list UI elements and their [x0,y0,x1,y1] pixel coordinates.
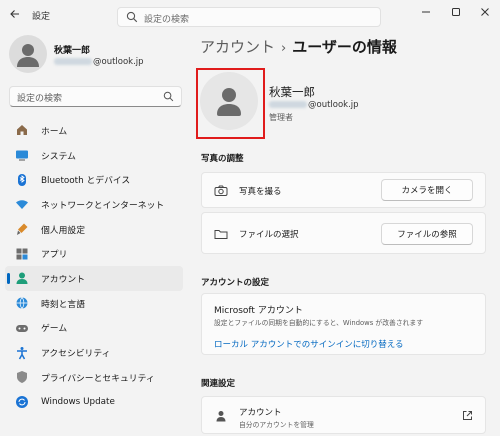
camera-icon [214,184,228,198]
system-icon [15,148,29,162]
related-settings-title: 関連設定 [201,379,236,389]
blurred-email-prefix [54,58,92,65]
sidebar-item-bluetooth[interactable]: Bluetooth とデバイス [5,167,183,192]
home-icon [15,123,29,137]
browse-files-button[interactable]: ファイルの参照 [381,223,473,245]
open-camera-button[interactable]: カメラを開く [381,179,473,201]
close-icon[interactable] [471,2,499,22]
sidebar-item-home[interactable]: ホーム [5,118,183,143]
profile-name: 秋葉一郎 [54,46,91,56]
breadcrumb-separator: › [281,41,287,56]
choose-file-label: ファイルの選択 [239,230,299,240]
folder-icon [214,227,228,241]
sidebar-item-account[interactable]: アカウント [5,266,183,291]
brush-icon [15,222,29,236]
highlight-annotation [196,68,265,139]
app-title: 設定 [32,12,51,22]
sidebar-item-system[interactable]: システム [5,143,183,168]
sidebar-item-time-language[interactable]: 時刻と言語 [5,291,183,316]
globe-icon [15,296,29,310]
related-account-desc: 自分のアカウントを管理 [239,421,314,429]
avatar [9,35,47,73]
breadcrumb-parent[interactable]: アカウント [200,38,275,56]
take-photo-row: 写真を撮る カメラを開く [201,172,486,208]
back-arrow-icon[interactable] [6,5,24,23]
photo-section-title: 写真の調整 [201,154,244,164]
microsoft-account-title: Microsoft アカウント [214,306,303,316]
account-settings-title: アカウントの設定 [201,278,270,288]
gamepad-icon [15,321,29,335]
sidebar-item-privacy[interactable]: プライバシーとセキュリティ [5,365,183,390]
minimize-icon[interactable] [412,2,440,22]
maximize-icon[interactable] [442,2,470,22]
take-photo-label: 写真を撮る [239,187,282,197]
user-role: 管理者 [269,113,293,122]
wifi-icon [15,197,29,211]
sidebar-search-input[interactable]: 設定の検索 [9,86,182,107]
search-icon [163,91,174,102]
account-icon [15,271,29,285]
sidebar-item-network[interactable]: ネットワークとインターネット [5,192,183,217]
sidebar-item-windows-update[interactable]: Windows Update [5,390,183,415]
switch-local-account-link[interactable]: ローカル アカウントでのサインインに切り替える [214,338,403,350]
external-link-icon [462,410,473,421]
title-bar: 設定 設定の検索 [0,0,500,34]
title-search-placeholder: 設定の検索 [144,15,190,25]
microsoft-account-desc: 設定とファイルの同期を自動的にすると、Windows が改善されます [214,319,424,327]
sidebar-nav: ホーム システム Bluetooth とデバイス ネットワークとインターネット … [5,118,183,414]
accessibility-icon [15,346,29,360]
breadcrumb: アカウント › ユーザーの情報 [200,36,397,57]
person-icon [214,409,228,423]
bluetooth-icon [15,173,29,187]
apps-icon [15,247,29,261]
shield-icon [15,370,29,384]
sidebar-item-personalization[interactable]: 個人用設定 [5,217,183,242]
title-search-input[interactable]: 設定の検索 [117,7,381,27]
profile-email: @outlook.jp [54,57,144,67]
related-account-title: アカウント [239,408,282,418]
choose-file-row: ファイルの選択 ファイルの参照 [201,212,486,254]
sidebar-search-placeholder: 設定の検索 [17,94,63,104]
sidebar-item-gaming[interactable]: ゲーム [5,316,183,341]
user-email: @outlook.jp [269,100,359,110]
sidebar-item-apps[interactable]: アプリ [5,241,183,266]
blurred-email-prefix [269,101,307,108]
page-title: ユーザーの情報 [292,38,397,56]
search-icon [126,11,138,23]
microsoft-account-card: Microsoft アカウント 設定とファイルの同期を自動的にすると、Windo… [201,293,486,355]
update-icon [15,395,29,409]
user-name: 秋葉一郎 [269,85,315,99]
related-account-row[interactable]: アカウント 自分のアカウントを管理 [201,396,486,434]
sidebar-item-accessibility[interactable]: アクセシビリティ [5,340,183,365]
